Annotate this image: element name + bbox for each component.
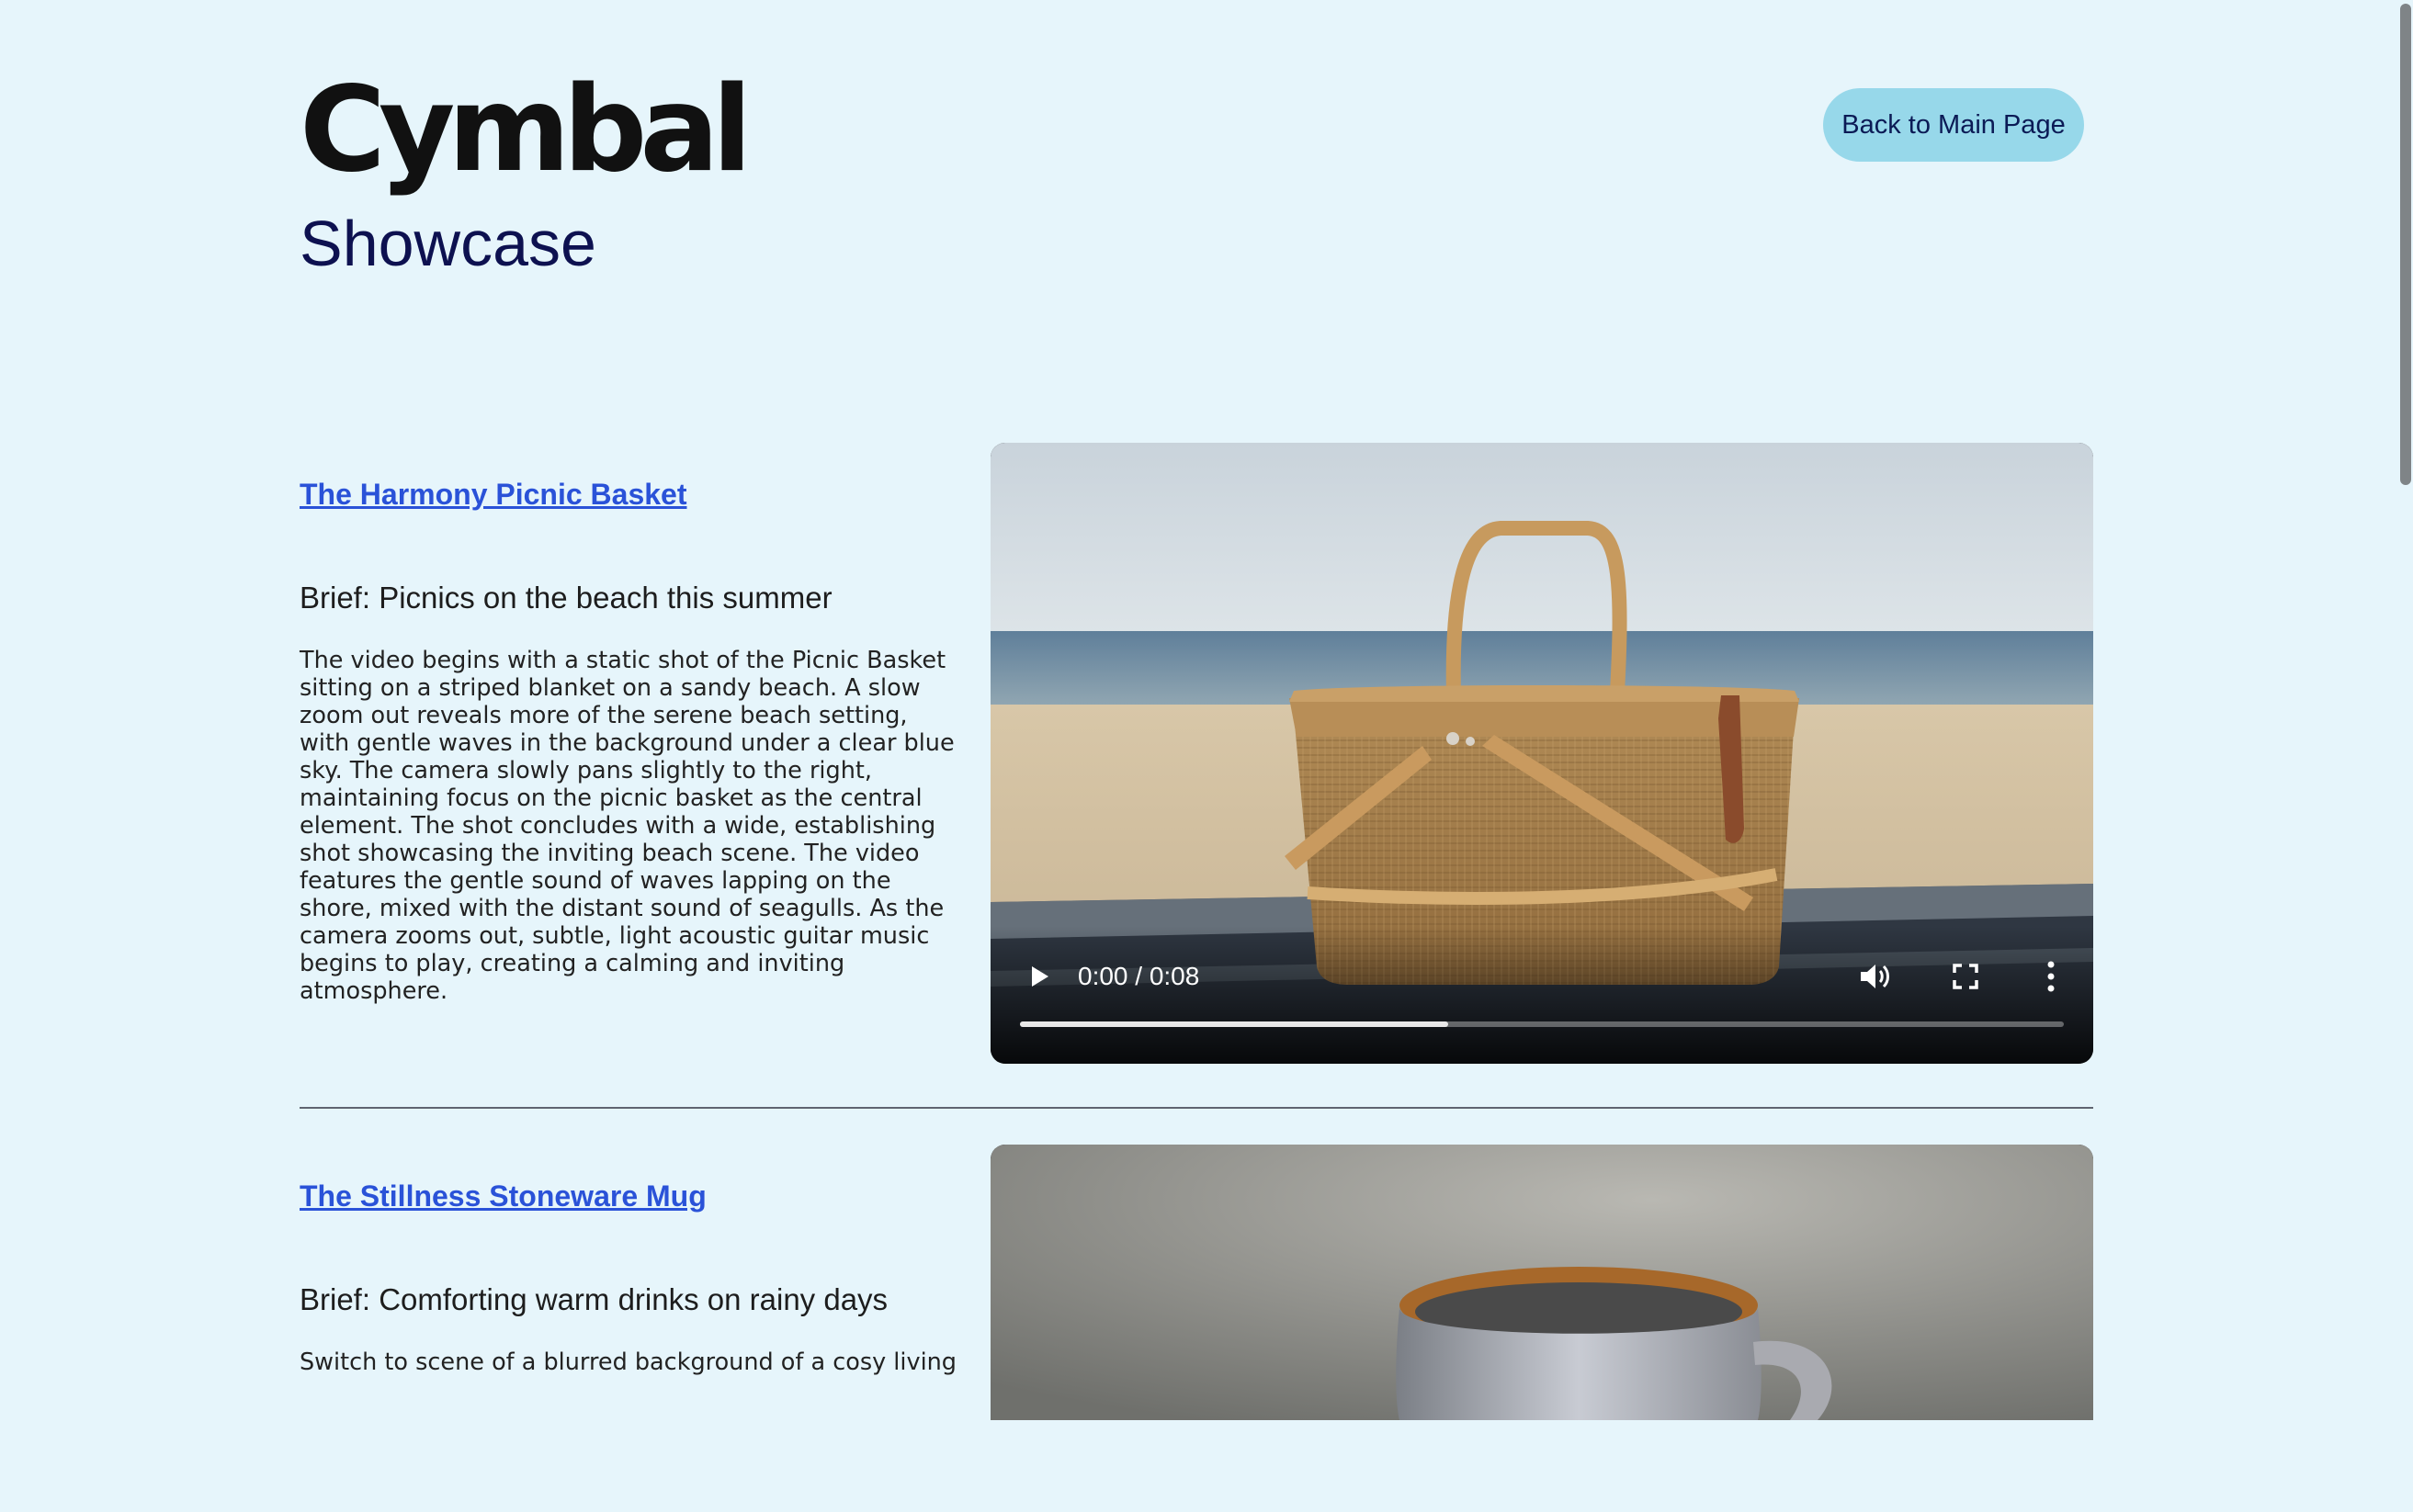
video-progress-fill [1020, 1021, 1448, 1027]
showcase-item-picnic-basket: The Harmony Picnic Basket Brief: Picnics… [300, 443, 2093, 1064]
page-scrollbar[interactable] [2395, 0, 2413, 1387]
item-brief: Brief: Comforting warm drinks on rainy d… [300, 1282, 889, 1316]
item-brief: Brief: Picnics on the beach this summer [300, 581, 833, 615]
showcase-item-stoneware-mug: The Stillness Stoneware Mug Brief: Comfo… [300, 1145, 2093, 1512]
video-controls-bar [991, 926, 2093, 1064]
item-description: Switch to scene of a blurred background … [300, 1348, 957, 1376]
video-frame-stoneware-mug [991, 1145, 2093, 1420]
volume-icon[interactable] [1858, 961, 1891, 992]
video-player[interactable]: 0:00 / 0:08 [991, 443, 2093, 1064]
section-divider [300, 1107, 2093, 1109]
item-description: The video begins with a static shot of t… [300, 647, 955, 1005]
play-icon[interactable] [1025, 963, 1053, 990]
item-title-link[interactable]: The Stillness Stoneware Mug [300, 1179, 707, 1213]
page-title: Showcase [300, 208, 596, 279]
back-to-main-button[interactable]: Back to Main Page [1823, 88, 2084, 162]
cymbal-logo[interactable]: Cymbal [300, 72, 753, 189]
item-title-link[interactable]: The Harmony Picnic Basket [300, 478, 686, 512]
scrollbar-thumb[interactable] [2400, 4, 2411, 485]
fullscreen-icon[interactable] [1952, 963, 1979, 990]
video-player[interactable] [991, 1145, 2093, 1420]
more-vertical-icon[interactable] [2045, 961, 2056, 992]
video-progress-bar[interactable] [1020, 1021, 2064, 1027]
video-time-display: 0:00 / 0:08 [1078, 962, 1200, 990]
